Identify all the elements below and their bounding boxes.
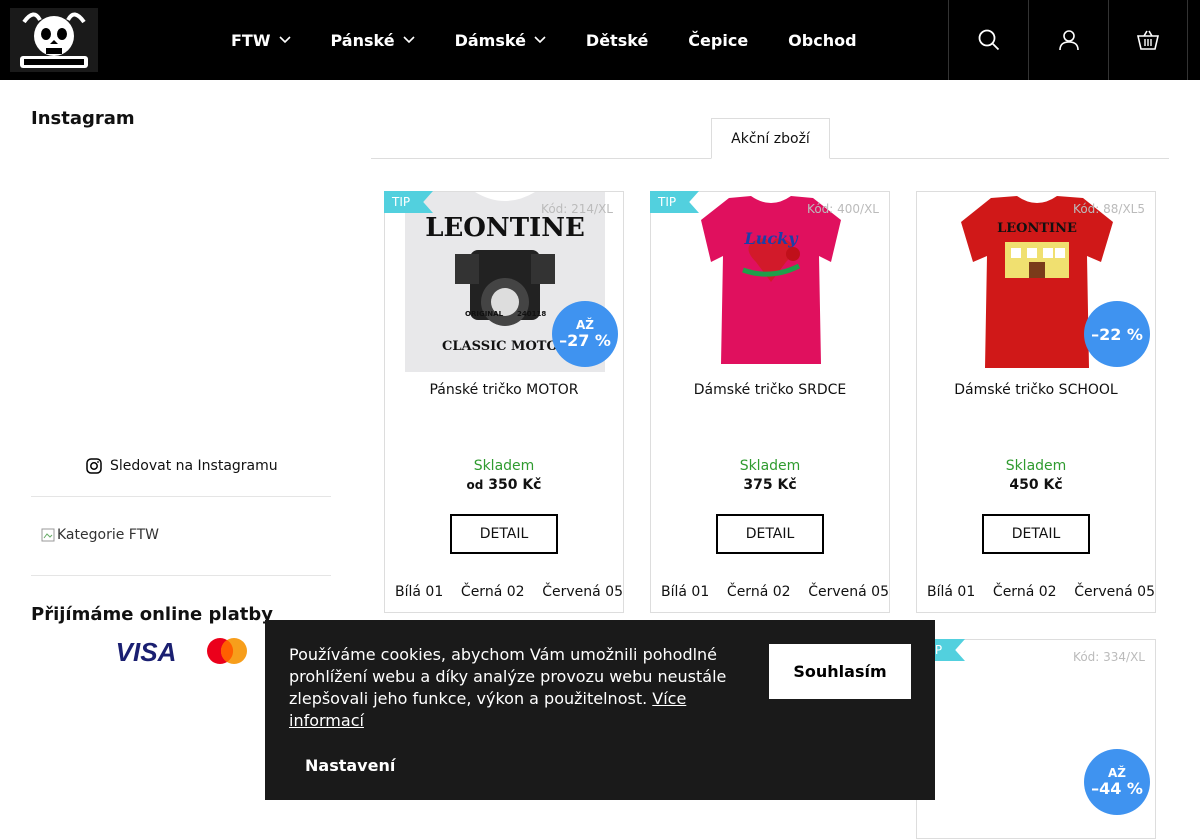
discount-value: –27 % [559,331,611,350]
nav-item-cepice[interactable]: Čepice [688,31,748,50]
stock-status: Skladem [473,458,535,474]
product-code: Kód: 334/XL [1073,650,1145,664]
nav-item-ftw[interactable]: FTW [231,31,291,50]
variant-list: Bílá 01 Černá 02 Červená 05 [395,584,623,600]
variant-list: Bílá 01 Černá 02 Červená 05 [661,584,889,600]
user-icon [1058,30,1079,51]
product-card[interactable]: TIP Kód: 334/XL AŽ –44 % [916,639,1156,839]
detail-button[interactable]: DETAIL [982,514,1090,554]
nav-item-damske[interactable]: Dámské [455,31,546,50]
product-code: Kód: 214/XL [541,202,613,216]
leontine-logo[interactable] [10,8,98,72]
product-name[interactable]: Dámské tričko SCHOOL [917,382,1155,398]
discount-badge: AŽ –44 % [1084,749,1150,815]
divider [31,575,331,576]
variant-item[interactable]: Černá 02 [461,584,525,600]
payments-title: Přijímáme online platby [31,604,273,625]
variant-item[interactable]: Červená 05 [808,584,889,600]
main-nav: FTW Pánské Dámské Dětské Čepice Obchod [231,0,897,80]
nav-item-panske[interactable]: Pánské [331,31,415,50]
search-icon [978,29,999,51]
price-value: 450 Kč [1009,477,1063,493]
detail-button[interactable]: DETAIL [716,514,824,554]
price-value: 350 Kč [488,477,542,493]
nav-label: Pánské [330,30,395,50]
price-value: 375 Kč [743,477,797,493]
instagram-follow-label: Sledovat na Instagramu [110,458,278,474]
svg-text:Lucky: Lucky [743,229,799,248]
sidebar: Instagram Sledovat na Instagramu Kategor… [31,80,331,666]
variant-item[interactable]: Červená 05 [542,584,623,600]
stock-status: Skladem [739,458,801,474]
detail-button[interactable]: DETAIL [450,514,558,554]
cart-button[interactable] [1108,0,1188,80]
instagram-icon [86,458,102,474]
stock-status: Skladem [1005,458,1067,474]
discount-badge: AŽ –27 % [552,301,618,367]
variant-item[interactable]: Bílá 01 [661,584,709,600]
product-code: Kód: 400/XL [807,202,879,216]
variant-item[interactable]: Bílá 01 [395,584,443,600]
category-image-ftw[interactable]: Kategorie FTW [41,527,159,543]
cookie-message: Používáme cookies, abychom Vám umožnili … [289,644,739,732]
nav-item-obchod[interactable]: Obchod [788,31,856,50]
variant-item[interactable]: Bílá 01 [927,584,975,600]
divider [31,496,331,497]
variant-list: Bílá 01 Černá 02 Červená 05 [927,584,1155,600]
category-image-alt: Kategorie FTW [57,527,159,543]
product-price: 375 Kč [651,477,889,493]
price-prefix: od [466,478,484,492]
product-price: od 350 Kč [385,477,623,493]
instagram-follow-link[interactable]: Sledovat na Instagramu [86,458,278,474]
product-card[interactable]: LEONTINE Kód: 88/XL5 –22 % Dámské tričko… [916,191,1156,613]
chevron-down-icon [278,36,291,44]
visa-logo: VISA [116,638,177,666]
account-button[interactable] [1028,0,1108,80]
discount-badge: –22 % [1084,301,1150,367]
product-name[interactable]: Dámské tričko SRDCE [651,382,889,398]
product-price: 450 Kč [917,477,1155,493]
chevron-down-icon [403,36,415,44]
product-code: Kód: 88/XL5 [1073,202,1145,216]
svg-text:LEONTINE: LEONTINE [425,213,585,243]
nav-label: Dámské [454,30,526,50]
nav-item-detske[interactable]: Dětské [586,31,648,50]
svg-text:240118: 240118 [517,310,546,318]
nav-label: Obchod [788,30,857,50]
nav-label: Čepice [688,30,749,50]
svg-text:ORIGINAL: ORIGINAL [465,310,504,318]
nav-label: FTW [231,30,271,50]
instagram-title: Instagram [31,108,135,129]
variant-item[interactable]: Červená 05 [1074,584,1155,600]
search-button[interactable] [948,0,1028,80]
nav-label: Dětské [585,30,649,50]
product-card[interactable]: LEONTINE ORIGINAL 240118 CLASSIC MOTORS … [384,191,624,613]
chevron-down-icon [534,36,546,44]
cart-icon [1137,30,1159,50]
svg-text:LEONTINE: LEONTINE [997,221,1077,236]
variant-item[interactable]: Černá 02 [993,584,1057,600]
cookie-banner: Používáme cookies, abychom Vám umožnili … [265,620,935,800]
product-name[interactable]: Pánské tričko MOTOR [385,382,623,398]
discount-value: –44 % [1091,779,1143,798]
discount-value: –22 % [1091,324,1143,344]
site-header: FTW Pánské Dámské Dětské Čepice Obchod [0,0,1200,80]
svg-text:VISA: VISA [116,638,177,666]
agree-button[interactable]: Souhlasím [769,644,911,699]
mastercard-logo [207,638,247,664]
cookie-settings-button[interactable]: Nastavení [305,756,395,775]
product-card[interactable]: Lucky TIP Kód: 400/XL Dámské tričko SRDC… [650,191,890,613]
product-tabs: Akční zboží [371,118,1169,159]
broken-image-icon [41,528,55,542]
tab-akcni-zbozi[interactable]: Akční zboží [711,118,830,159]
product-image[interactable]: Lucky [671,192,871,372]
variant-item[interactable]: Černá 02 [727,584,791,600]
